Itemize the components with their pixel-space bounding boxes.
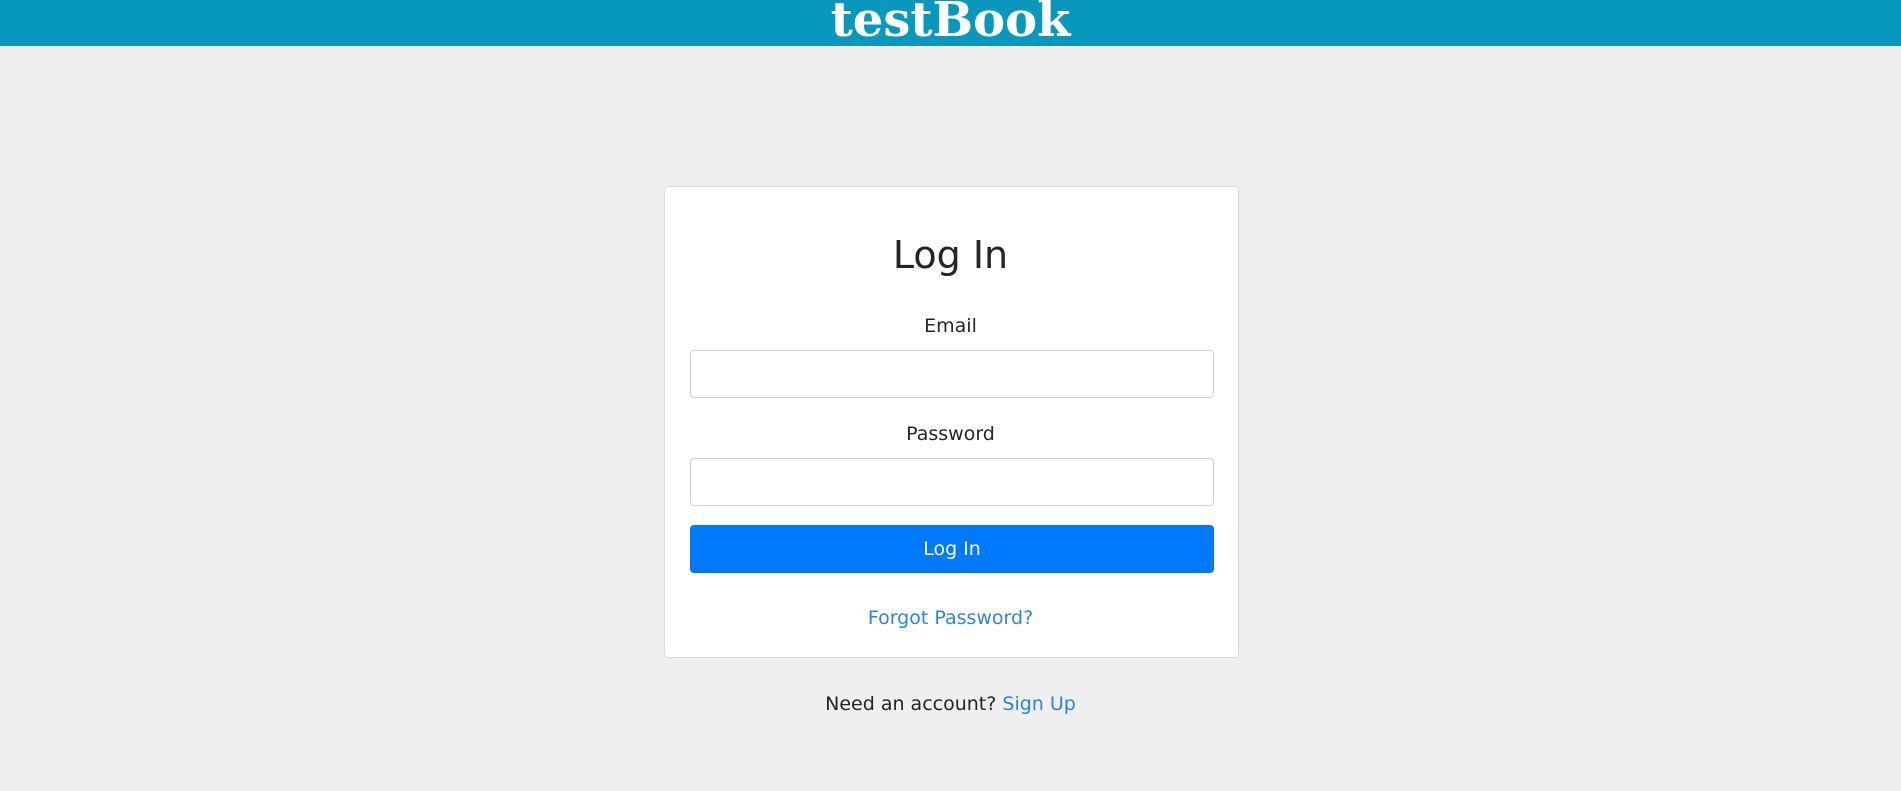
login-title: Log In [892, 233, 1009, 277]
login-button[interactable]: Log In [690, 525, 1214, 573]
forgot-password-link[interactable]: Forgot Password? [868, 607, 1033, 629]
signup-row: Need an account? Sign Up [0, 691, 1901, 717]
email-label: Email [924, 315, 977, 337]
email-field[interactable] [690, 350, 1214, 398]
top-bar: testBook [0, 0, 1901, 47]
password-label: Password [906, 423, 995, 445]
signup-link[interactable]: Sign Up [1002, 693, 1075, 715]
brand-logo[interactable]: testBook [0, 0, 1901, 47]
signup-prompt: Need an account? [825, 693, 997, 715]
password-field[interactable] [690, 458, 1214, 506]
forgot-password-row: Forgot Password? [0, 605, 1901, 631]
